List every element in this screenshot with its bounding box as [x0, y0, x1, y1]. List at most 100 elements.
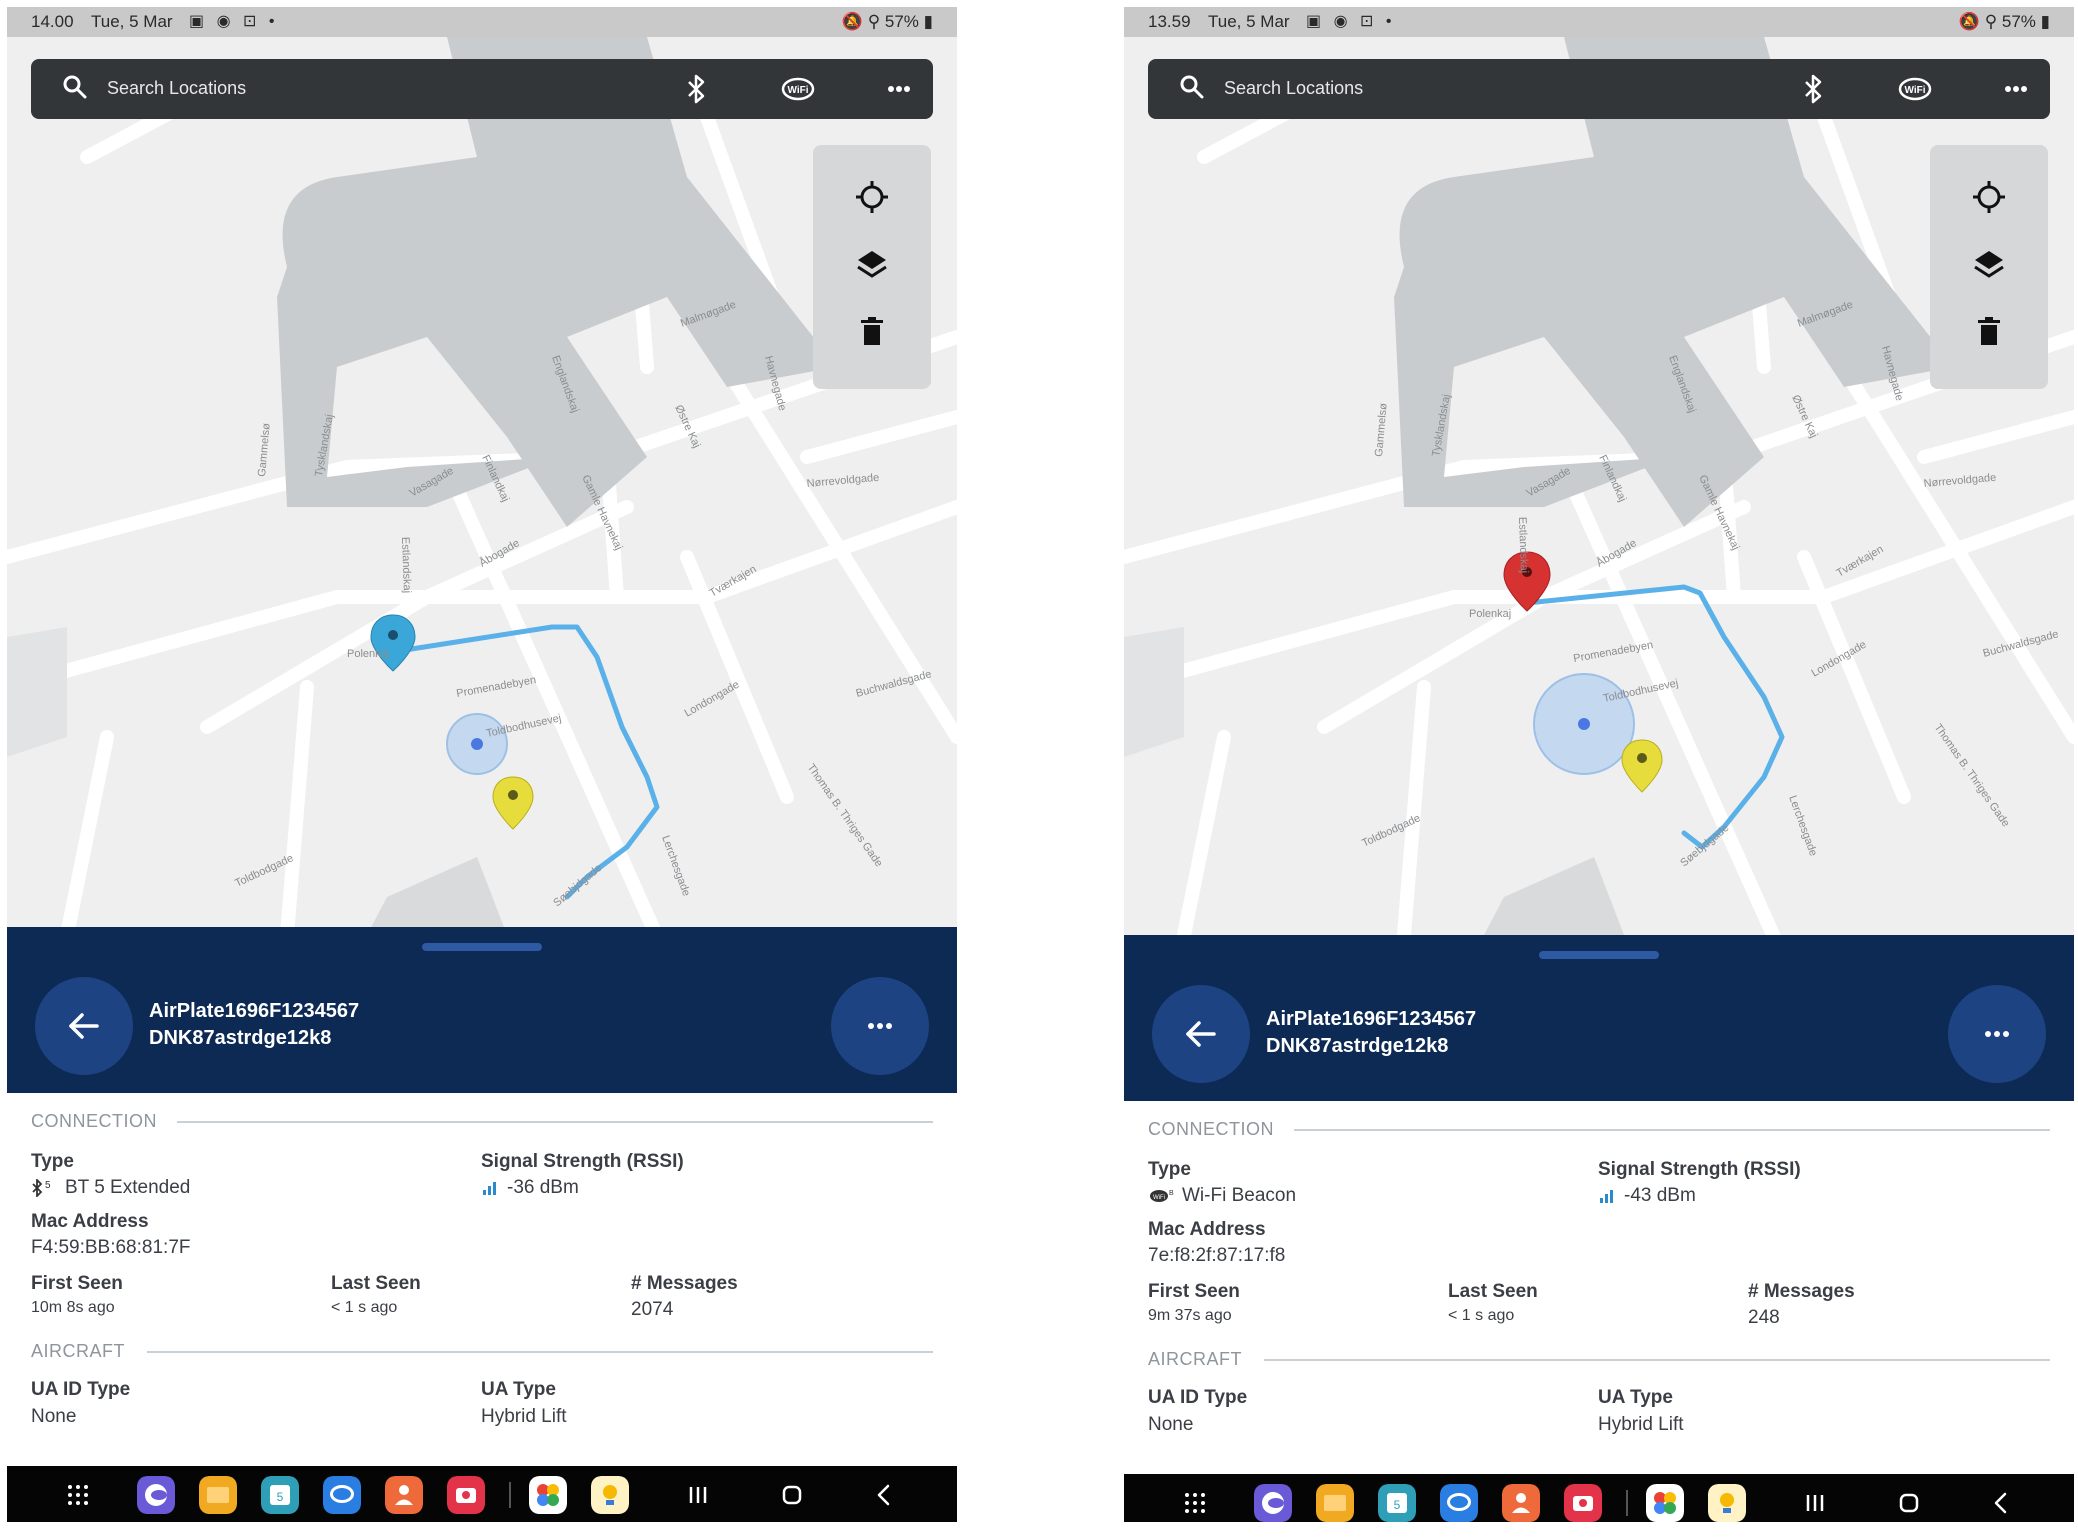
mac-label: Mac Address — [1148, 1219, 1266, 1240]
svg-text:WiFi: WiFi — [1153, 1195, 1165, 1201]
signal-strength-icon — [483, 1181, 496, 1195]
tips-icon[interactable] — [591, 1476, 629, 1514]
photos-icon[interactable] — [1646, 1484, 1684, 1522]
map-label: Estlandskaj — [1516, 517, 1530, 574]
locate-me-icon[interactable] — [1965, 173, 2013, 221]
map-label: Gammelsø — [256, 422, 273, 477]
detail-sheet-header: AirPlate1696F1234567 DNK87astrdge12k8 — [1124, 935, 2074, 1101]
search-bar[interactable]: Search Locations WiFi — [31, 59, 933, 119]
last-seen-value: < 1 s ago — [1448, 1307, 1515, 1324]
wifi-icon[interactable]: WiFi — [1898, 77, 1932, 101]
layers-icon[interactable] — [1965, 241, 2013, 289]
phone-screen-right: 13.59 Tue, 5 Mar ▣ ◉ ⊡ • 🔕 ⚲ 57% ▮ Engla… — [1124, 7, 2074, 1522]
ua-id-type-value: None — [31, 1406, 77, 1427]
messages-icon[interactable] — [1440, 1484, 1478, 1522]
contacts-icon[interactable] — [385, 1476, 423, 1514]
map-label: Toldbodhusevej — [485, 712, 562, 740]
files-icon[interactable] — [199, 1476, 237, 1514]
tips-icon[interactable] — [1708, 1484, 1746, 1522]
ua-type-label: UA Type — [481, 1379, 556, 1400]
search-input[interactable]: Search Locations — [107, 78, 246, 99]
back-button[interactable] — [1152, 985, 1250, 1083]
apps-grid-icon[interactable] — [1176, 1484, 1214, 1522]
camera-icon[interactable] — [447, 1476, 485, 1514]
type-label: Type — [1148, 1159, 1191, 1180]
ua-id-type-label: UA ID Type — [1148, 1387, 1248, 1408]
status-time: 13.59 — [1148, 12, 1191, 31]
calendar-icon[interactable]: 5 — [1378, 1484, 1416, 1522]
drone-name: AirPlate1696F1234567 — [149, 1000, 360, 1022]
back-icon[interactable] — [865, 1476, 903, 1514]
drone-id: DNK87astrdge12k8 — [1266, 1035, 1449, 1057]
drone-name: AirPlate1696F1234567 — [1266, 1008, 1477, 1030]
internet-icon[interactable] — [137, 1476, 175, 1514]
bluetooth-icon[interactable] — [681, 73, 711, 105]
last-seen-label: Last Seen — [1448, 1281, 1538, 1302]
camera-icon[interactable] — [1564, 1484, 1602, 1522]
ua-type-value: Hybrid Lift — [481, 1406, 567, 1427]
section-divider — [1294, 1129, 2050, 1131]
more-options-icon[interactable] — [2000, 73, 2032, 105]
svg-text:5: 5 — [1394, 1498, 1401, 1512]
more-options-icon[interactable] — [883, 73, 915, 105]
messages-icon[interactable] — [323, 1476, 361, 1514]
drag-handle[interactable] — [422, 943, 542, 951]
search-icon[interactable] — [1178, 73, 1206, 101]
recents-icon[interactable] — [679, 1476, 717, 1514]
layers-icon[interactable] — [848, 241, 896, 289]
contacts-icon[interactable] — [1502, 1484, 1540, 1522]
type-label: Type — [31, 1151, 74, 1172]
rssi-text: -36 dBm — [507, 1177, 579, 1198]
sheet-more-button[interactable] — [1948, 985, 2046, 1083]
calendar-icon[interactable]: 5 — [261, 1476, 299, 1514]
arrow-left-icon — [69, 1013, 99, 1039]
search-icon[interactable] — [61, 73, 89, 101]
section-heading-aircraft: AIRCRAFT — [31, 1341, 125, 1361]
locate-me-icon[interactable] — [848, 173, 896, 221]
svg-text:WiFi: WiFi — [1904, 85, 1925, 96]
internet-icon[interactable] — [1254, 1484, 1292, 1522]
back-button[interactable] — [35, 977, 133, 1075]
status-time: 14.00 — [31, 12, 74, 31]
section-heading-connection: CONNECTION — [1148, 1119, 1274, 1139]
recents-icon[interactable] — [1796, 1484, 1834, 1522]
ua-id-type-value: None — [1148, 1414, 1194, 1435]
map-label: Promenadebyen — [1572, 639, 1654, 665]
bluetooth-5-icon: 5 — [32, 1178, 51, 1197]
svg-text:5: 5 — [45, 1180, 51, 1191]
map-label: Lerchesgade — [659, 834, 692, 898]
mac-value: F4:59:BB:68:81:7F — [31, 1237, 191, 1258]
phone-screen-left: 14.00 Tue, 5 Mar ▣ ◉ ⊡ • 🔕 ⚲ 57% ▮ Engla… — [7, 7, 957, 1522]
ua-id-type-label: UA ID Type — [31, 1379, 131, 1400]
bluetooth-icon[interactable] — [1798, 73, 1828, 105]
apps-grid-icon[interactable] — [59, 1476, 97, 1514]
svg-text:5: 5 — [277, 1490, 284, 1504]
status-notification-icons: ▣ ◉ ⊡ • — [189, 13, 279, 30]
map-label: Londongade — [683, 679, 742, 720]
photos-icon[interactable] — [529, 1476, 567, 1514]
map-label: Polenkaj — [1469, 608, 1511, 620]
files-icon[interactable] — [1316, 1484, 1354, 1522]
map-label: Gammelsø — [1373, 402, 1390, 457]
sheet-more-button[interactable] — [831, 977, 929, 1075]
svg-text:B: B — [1169, 1190, 1174, 1197]
wifi-beacon-icon: WiFi B — [1150, 1189, 1174, 1202]
status-bar: 13.59 Tue, 5 Mar ▣ ◉ ⊡ • 🔕 ⚲ 57% ▮ — [1124, 7, 2074, 37]
section-divider — [1264, 1359, 2050, 1361]
back-icon[interactable] — [1982, 1484, 2020, 1522]
search-input[interactable]: Search Locations — [1224, 78, 1363, 99]
first-seen-value: 9m 37s ago — [1148, 1307, 1232, 1324]
drag-handle[interactable] — [1539, 951, 1659, 959]
rssi-value: -36 dBm — [481, 1177, 579, 1199]
trash-icon[interactable] — [1965, 309, 2013, 357]
more-options-icon — [868, 1023, 892, 1029]
first-seen-label: First Seen — [1148, 1281, 1240, 1302]
nav-separator — [1626, 1490, 1628, 1516]
search-bar[interactable]: Search Locations WiFi — [1148, 59, 2050, 119]
type-text: Wi-Fi Beacon — [1182, 1185, 1297, 1206]
map-tool-panel — [813, 145, 931, 389]
wifi-icon[interactable]: WiFi — [781, 77, 815, 101]
home-icon[interactable] — [1890, 1484, 1928, 1522]
home-icon[interactable] — [773, 1476, 811, 1514]
trash-icon[interactable] — [848, 309, 896, 357]
